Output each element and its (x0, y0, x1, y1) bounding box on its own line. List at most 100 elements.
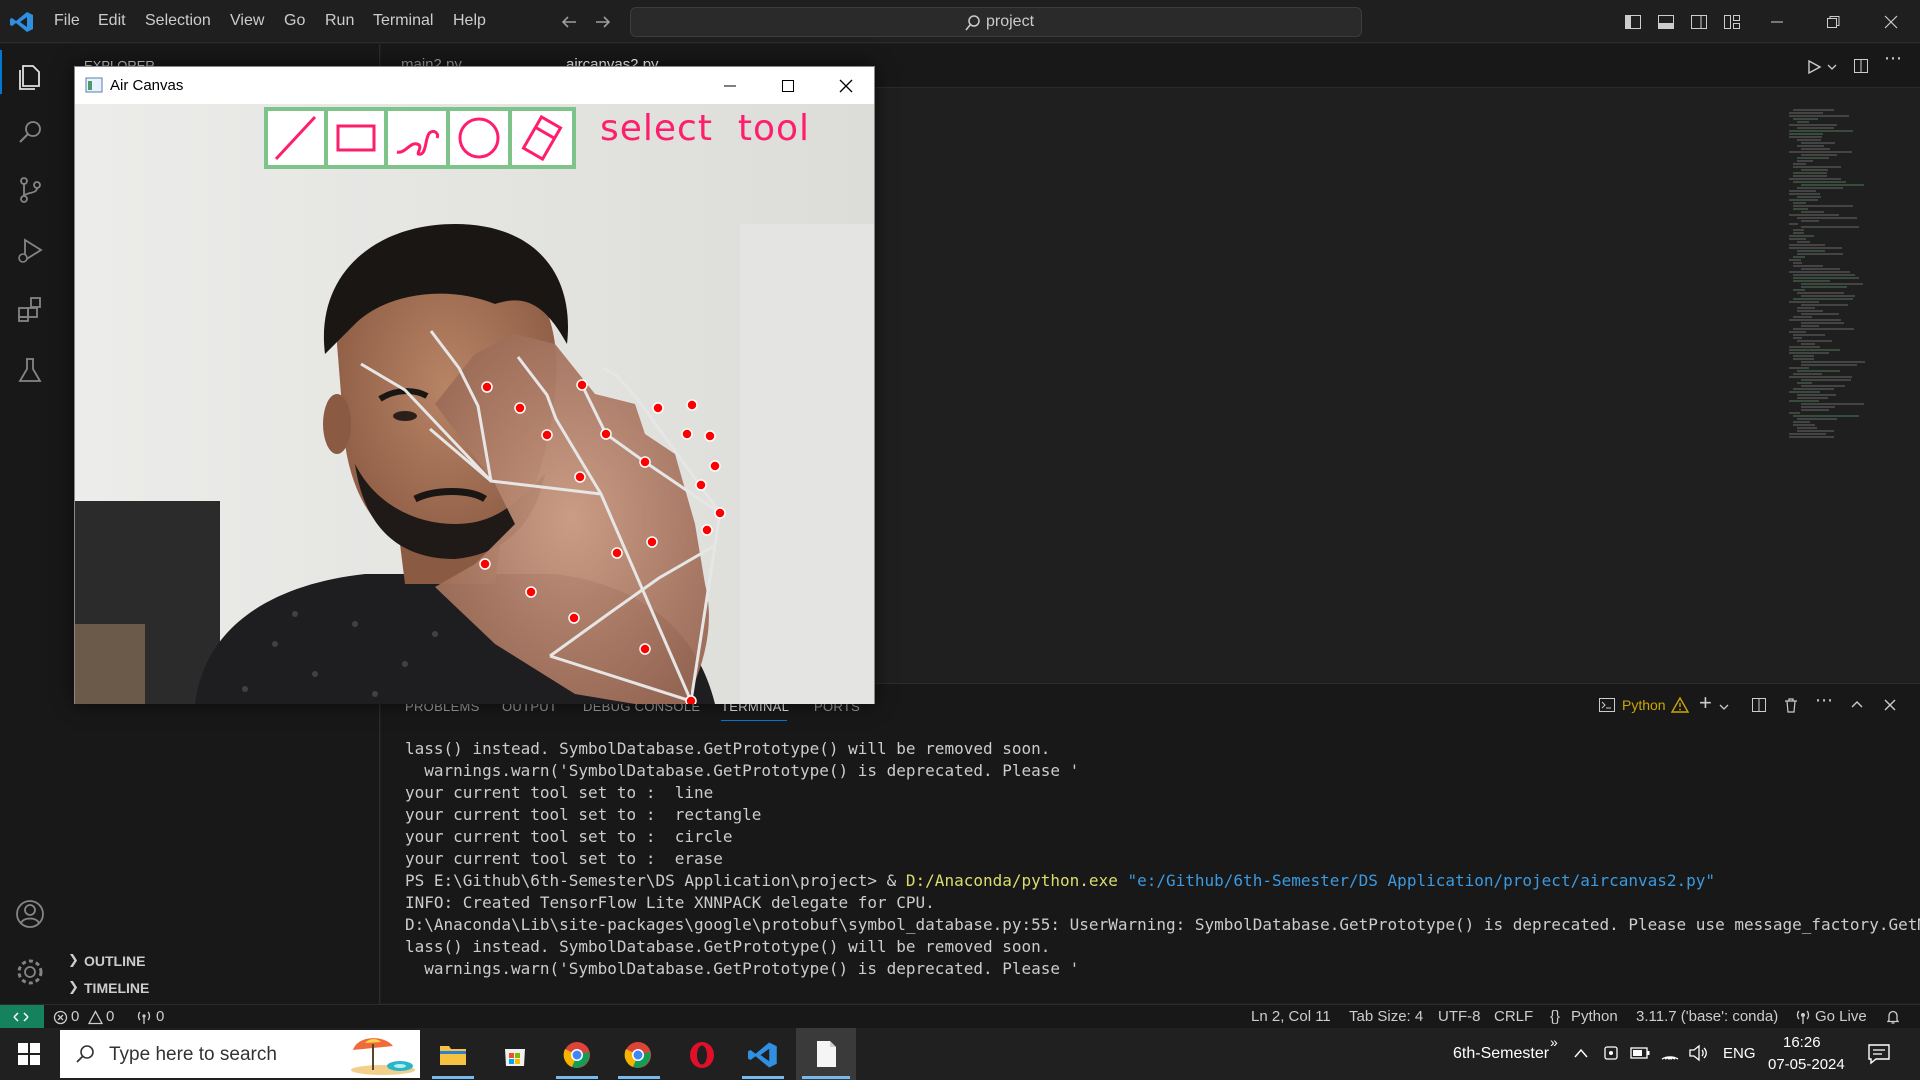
minimap[interactable] (1785, 108, 1905, 448)
search-icon[interactable] (10, 112, 50, 152)
running-indicator (742, 1076, 784, 1079)
search-text: project (986, 13, 1035, 30)
error-count[interactable]: 0 (71, 1008, 79, 1025)
cursor-position[interactable]: Ln 2, Col 11 (1251, 1008, 1331, 1025)
chrome-profile-icon[interactable] (623, 1040, 653, 1070)
braces-icon[interactable]: {} (1550, 1008, 1560, 1025)
kill-terminal-trash-icon[interactable] (1782, 696, 1800, 714)
rectangle-tool[interactable] (328, 111, 384, 165)
menu-run[interactable]: Run (325, 12, 354, 30)
volume-icon[interactable] (1688, 1043, 1708, 1063)
go-live-icon[interactable] (1795, 1009, 1811, 1025)
microsoft-store-icon[interactable] (502, 1042, 528, 1068)
show-hidden-icons-icon[interactable] (1573, 1047, 1589, 1059)
wifi-icon[interactable] (1660, 1043, 1680, 1063)
account-icon[interactable] (10, 894, 50, 934)
settings-gear-icon[interactable] (10, 952, 50, 992)
terminal-command-line: PS E:\Github\6th-Semester\DS Application… (405, 871, 1715, 890)
draw-tool[interactable] (388, 111, 446, 165)
maximize-panel-icon[interactable] (1848, 696, 1866, 714)
explorer-icon[interactable] (10, 54, 50, 94)
customize-layout-icon[interactable] (1723, 13, 1741, 31)
menu-file[interactable]: File (54, 12, 80, 30)
tab-size[interactable]: Tab Size: 4 (1349, 1008, 1423, 1025)
extensions-icon[interactable] (10, 290, 50, 330)
beach-umbrella-icon (351, 1038, 415, 1075)
python-interpreter[interactable]: 3.11.7 ('base': conda) (1636, 1008, 1778, 1025)
toggle-secondary-sidebar-icon[interactable] (1690, 13, 1708, 31)
warning-icon[interactable] (88, 1010, 103, 1025)
outline-chevron-icon[interactable]: ❯ (68, 952, 79, 968)
error-icon[interactable] (53, 1010, 68, 1025)
circle-tool[interactable] (450, 111, 508, 165)
toggle-panel-icon[interactable] (1657, 13, 1675, 31)
more-actions-icon[interactable]: ⋯ (1884, 48, 1902, 69)
erase-tool[interactable] (512, 111, 572, 165)
running-indicator (802, 1076, 850, 1079)
back-arrow-icon[interactable] (560, 13, 578, 31)
toggle-primary-sidebar-icon[interactable] (1624, 13, 1642, 31)
panel-more-icon[interactable]: ⋯ (1815, 690, 1833, 711)
new-terminal-icon[interactable]: + (1699, 690, 1712, 716)
menu-edit[interactable]: Edit (98, 12, 126, 30)
testing-icon[interactable] (10, 350, 50, 390)
input-language[interactable]: ENG (1723, 1045, 1756, 1062)
go-live-button[interactable]: Go Live (1815, 1008, 1867, 1025)
notifications-center-icon[interactable] (1867, 1042, 1891, 1066)
meet-now-icon[interactable] (1602, 1044, 1620, 1062)
clock-date[interactable]: 07-05-2024 (1768, 1056, 1845, 1073)
forward-arrow-icon[interactable] (594, 13, 612, 31)
split-editor-icon[interactable] (1852, 57, 1870, 75)
warning-count[interactable]: 0 (106, 1008, 114, 1025)
close-panel-icon[interactable] (1881, 696, 1899, 714)
close-window-icon[interactable] (837, 77, 855, 95)
outline-section[interactable]: OUTLINE (84, 953, 145, 969)
file-explorer-icon[interactable] (439, 1042, 467, 1066)
active-app-highlight[interactable] (796, 1028, 856, 1080)
taskbar-folder-label[interactable]: 6th-Semester (1453, 1045, 1549, 1063)
battery-icon[interactable] (1630, 1046, 1650, 1060)
remote-button[interactable] (0, 1005, 44, 1029)
terminal-line: your current tool set to : erase (405, 849, 723, 868)
terminal-profile-name[interactable]: Python (1622, 697, 1666, 713)
terminal-dropdown-icon[interactable] (1718, 701, 1730, 713)
source-control-icon[interactable] (10, 170, 50, 210)
ports-count[interactable]: 0 (156, 1008, 164, 1025)
toolbar-expand-icon[interactable]: » (1550, 1034, 1558, 1050)
maximize-icon[interactable] (779, 77, 797, 95)
restore-icon[interactable] (1824, 13, 1842, 31)
webcam-feed[interactable]: select tool (75, 104, 874, 704)
chevron-down-icon[interactable] (1826, 61, 1838, 73)
tool-status-text: select tool (600, 108, 811, 149)
language-mode[interactable]: Python (1571, 1008, 1618, 1025)
vscode-logo-icon (10, 12, 33, 32)
line-tool[interactable] (268, 111, 324, 165)
taskbar-search-box[interactable]: Type here to search (60, 1030, 420, 1078)
close-window-icon[interactable] (1882, 13, 1900, 31)
menu-help[interactable]: Help (453, 12, 486, 30)
windows-start-icon[interactable] (18, 1043, 40, 1065)
menu-terminal[interactable]: Terminal (373, 12, 433, 30)
notifications-bell-icon[interactable] (1885, 1009, 1901, 1025)
minimize-icon[interactable] (1768, 13, 1786, 31)
run-file-icon[interactable] (1805, 58, 1823, 76)
split-terminal-icon[interactable] (1750, 696, 1768, 714)
opera-icon[interactable] (687, 1040, 717, 1070)
menu-view[interactable]: View (230, 12, 264, 30)
vscode-taskbar-icon[interactable] (748, 1041, 778, 1069)
minimize-icon[interactable] (721, 77, 739, 95)
ports-antenna-icon[interactable] (136, 1009, 152, 1025)
run-debug-icon[interactable] (10, 230, 50, 270)
clock-time[interactable]: 16:26 (1783, 1034, 1821, 1051)
timeline-chevron-icon[interactable]: ❯ (68, 979, 79, 995)
menu-selection[interactable]: Selection (145, 12, 211, 30)
command-center-search[interactable]: project (630, 7, 1362, 37)
end-of-line[interactable]: CRLF (1494, 1008, 1533, 1025)
menu-go[interactable]: Go (284, 12, 305, 30)
file-encoding[interactable]: UTF-8 (1438, 1008, 1481, 1025)
running-indicator (432, 1076, 474, 1079)
chrome-icon[interactable] (562, 1040, 592, 1070)
air-canvas-title-bar[interactable]: Air Canvas (75, 67, 874, 104)
timeline-section[interactable]: TIMELINE (84, 980, 149, 996)
editor-scrollbar[interactable] (1909, 88, 1919, 683)
